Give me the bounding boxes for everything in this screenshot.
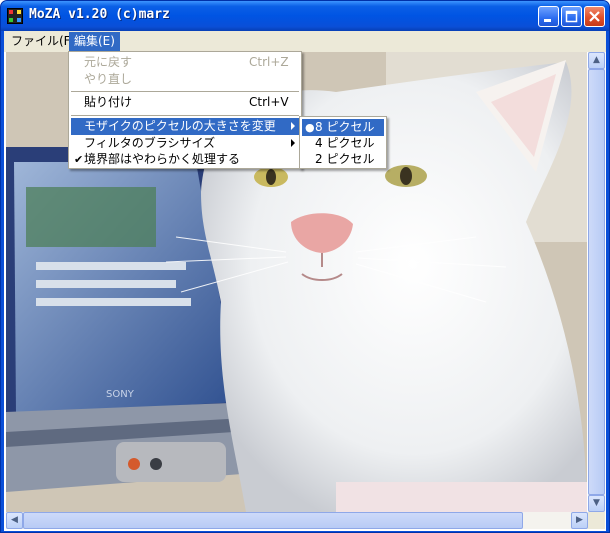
close-icon bbox=[589, 11, 600, 22]
pixel-size-submenu: ● 8 ピクセル 4 ピクセル 2 ピクセル bbox=[299, 116, 387, 169]
scroll-up-button[interactable]: ▲ bbox=[588, 52, 605, 69]
paste-label: 貼り付け bbox=[84, 95, 133, 109]
check-icon: ✔ bbox=[74, 153, 84, 166]
horizontal-scrollbar[interactable]: ◀ ▶ bbox=[6, 512, 588, 529]
close-button[interactable] bbox=[584, 6, 605, 27]
undo-label: 元に戻す bbox=[84, 55, 133, 69]
minimize-icon bbox=[544, 19, 551, 22]
mosaic-pixel-size-label: モザイクのピクセルの大きさを変更 bbox=[84, 119, 276, 133]
menu-bar: ファイル(F) 編集(E) bbox=[4, 31, 606, 52]
menu-item-mosaic-pixel-size[interactable]: モザイクのピクセルの大きさを変更 bbox=[71, 118, 299, 135]
horizontal-scroll-thumb[interactable] bbox=[23, 512, 523, 529]
submenu-item-2px[interactable]: 2 ピクセル bbox=[302, 151, 384, 168]
menu-item-undo[interactable]: 元に戻す Ctrl+Z bbox=[71, 54, 299, 71]
submenu-arrow-icon bbox=[291, 122, 295, 130]
pixel-4-label: 4 ピクセル bbox=[315, 136, 375, 150]
pixel-2-label: 2 ピクセル bbox=[315, 152, 375, 166]
menu-separator bbox=[71, 91, 299, 92]
pixel-8-label: 8 ピクセル bbox=[315, 120, 375, 134]
scroll-down-button[interactable]: ▼ bbox=[588, 495, 605, 512]
submenu-arrow-icon bbox=[291, 139, 295, 147]
app-icon[interactable] bbox=[7, 8, 23, 24]
redo-label: やり直し bbox=[84, 72, 133, 86]
scroll-right-button[interactable]: ▶ bbox=[571, 512, 588, 529]
menu-edit[interactable]: 編集(E) bbox=[69, 32, 120, 51]
vertical-scroll-thumb[interactable] bbox=[588, 69, 605, 495]
paste-shortcut: Ctrl+V bbox=[249, 95, 289, 109]
size-grip[interactable] bbox=[588, 512, 605, 529]
menu-item-redo[interactable]: やり直し bbox=[71, 71, 299, 88]
laptop-brand-label: SONY bbox=[106, 389, 135, 400]
minimize-button[interactable] bbox=[538, 6, 559, 27]
soft-edges-label: 境界部はやわらかく処理する bbox=[84, 152, 241, 166]
submenu-item-4px[interactable]: 4 ピクセル bbox=[302, 135, 384, 152]
submenu-item-8px[interactable]: ● 8 ピクセル bbox=[302, 119, 384, 136]
edit-menu: 元に戻す Ctrl+Z やり直し 貼り付け Ctrl+V モザイクのピクセルの大… bbox=[68, 51, 302, 169]
scroll-left-button[interactable]: ◀ bbox=[6, 512, 23, 529]
title-bar[interactable]: MoZA v1.20 (c)marz bbox=[1, 1, 609, 31]
window-title: MoZA v1.20 (c)marz bbox=[29, 7, 170, 22]
menu-separator bbox=[71, 115, 299, 116]
menu-item-soft-edges[interactable]: ✔ 境界部はやわらかく処理する bbox=[71, 151, 299, 168]
radio-selected-icon: ● bbox=[305, 121, 315, 134]
menu-item-brush-size[interactable]: フィルタのブラシサイズ bbox=[71, 135, 299, 152]
menu-item-paste[interactable]: 貼り付け Ctrl+V bbox=[71, 94, 299, 111]
brush-size-label: フィルタのブラシサイズ bbox=[84, 136, 216, 150]
maximize-icon bbox=[565, 10, 578, 23]
vertical-scrollbar[interactable]: ▲ ▼ bbox=[588, 52, 605, 512]
app-window: MoZA v1.20 (c)marz ファイル(F) 編集(E) SONY ▲ … bbox=[0, 0, 610, 533]
undo-shortcut: Ctrl+Z bbox=[249, 55, 289, 69]
maximize-button[interactable] bbox=[561, 6, 582, 27]
